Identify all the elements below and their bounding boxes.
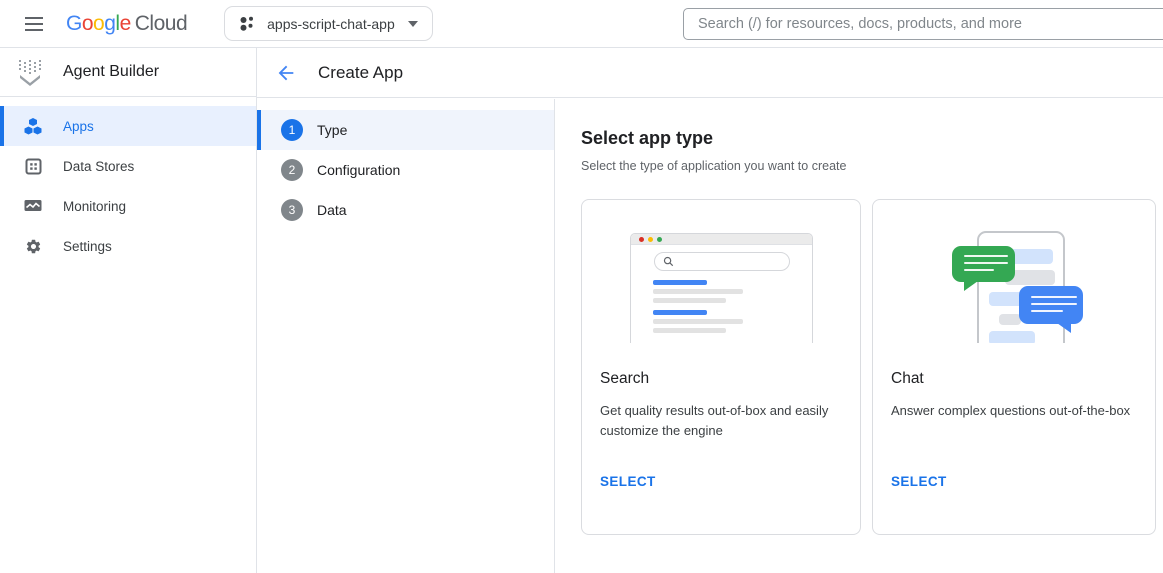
sidebar-item-settings[interactable]: Settings xyxy=(0,226,256,266)
product-title: Agent Builder xyxy=(63,63,159,81)
blue-chat-bubble xyxy=(1019,286,1083,324)
step-label: Data xyxy=(317,202,347,218)
active-indicator-bar xyxy=(0,186,4,226)
active-indicator-bar xyxy=(0,146,4,186)
step-number-badge: 1 xyxy=(281,119,303,141)
step-label: Configuration xyxy=(317,162,400,178)
sidebar-item-label: Monitoring xyxy=(63,199,126,214)
sidebar-header: Agent Builder xyxy=(0,48,256,97)
active-indicator-bar xyxy=(257,110,261,150)
card-chat-app[interactable]: Chat Answer complex questions out-of-the… xyxy=(872,199,1156,535)
search-pill-graphic xyxy=(654,252,790,271)
project-selector[interactable]: apps-script-chat-app xyxy=(224,6,433,41)
project-switcher-dots-icon xyxy=(239,15,256,32)
top-app-bar: GoogleCloud apps-script-chat-app xyxy=(0,0,1163,48)
traffic-dot-yellow xyxy=(648,237,653,242)
search-illustration xyxy=(582,200,860,343)
active-indicator-bar xyxy=(0,106,4,146)
card-search-app[interactable]: Search Get quality results out-of-box an… xyxy=(581,199,861,535)
card-title: Search xyxy=(600,370,842,388)
step-number-badge: 3 xyxy=(281,199,303,221)
step-type[interactable]: 1 Type xyxy=(257,110,554,150)
create-app-stepper: 1 Type 2 Configuration 3 Data xyxy=(257,99,555,573)
logo-letter: e xyxy=(120,12,131,35)
mini-browser-graphic xyxy=(630,233,813,343)
sidebar: Agent Builder Apps xyxy=(0,48,257,573)
logo-letter: G xyxy=(66,12,82,35)
search-result-graphic xyxy=(653,280,812,303)
active-indicator-bar xyxy=(0,226,4,266)
section-subheading: Select the type of application you want … xyxy=(581,159,1163,173)
logo-letter: o xyxy=(93,12,104,35)
chevron-down-icon xyxy=(408,21,418,27)
app-type-cards: Search Get quality results out-of-box an… xyxy=(581,199,1163,535)
logo-letter: g xyxy=(104,12,115,35)
logo-cloud-text: Cloud xyxy=(135,12,187,35)
sidebar-item-label: Data Stores xyxy=(63,159,134,174)
arrow-back-icon[interactable] xyxy=(274,61,298,85)
sidebar-item-data-stores[interactable]: Data Stores xyxy=(0,146,256,186)
section-heading: Select app type xyxy=(581,128,1163,149)
search-input[interactable] xyxy=(683,8,1163,40)
agent-builder-console: GoogleCloud apps-script-chat-app xyxy=(0,0,1163,573)
sidebar-item-monitoring[interactable]: Monitoring xyxy=(0,186,256,226)
step-data[interactable]: 3 Data xyxy=(257,190,554,230)
chat-illustration xyxy=(873,200,1155,343)
step-number-badge: 2 xyxy=(281,159,303,181)
green-chat-bubble xyxy=(952,246,1015,282)
gear-icon xyxy=(24,237,42,255)
traffic-dot-green xyxy=(657,237,662,242)
sidebar-item-label: Settings xyxy=(63,239,112,254)
hamburger-menu-icon[interactable] xyxy=(22,12,46,36)
sidebar-item-label: Apps xyxy=(63,119,94,134)
cubes-icon xyxy=(24,117,42,135)
page-title: Create App xyxy=(318,63,403,83)
logo-letter: o xyxy=(82,12,93,35)
agent-builder-funnel-icon xyxy=(13,55,47,89)
grid-box-icon xyxy=(24,157,42,175)
chart-line-icon xyxy=(24,197,42,215)
project-name: apps-script-chat-app xyxy=(267,16,395,32)
google-cloud-logo: GoogleCloud xyxy=(66,12,187,36)
card-description: Answer complex questions out-of-the-box xyxy=(891,401,1135,421)
card-title: Chat xyxy=(891,370,1137,388)
traffic-dot-red xyxy=(639,237,644,242)
search-result-graphic xyxy=(653,310,812,333)
select-search-button[interactable]: SELECT xyxy=(600,474,656,489)
active-indicator-bar xyxy=(257,190,261,230)
create-app-header: Create App xyxy=(257,48,1163,98)
magnifier-icon xyxy=(663,256,674,267)
main-content: Select app type Select the type of appli… xyxy=(556,99,1163,573)
sidebar-item-apps[interactable]: Apps xyxy=(0,106,256,146)
card-description: Get quality results out-of-box and easil… xyxy=(600,401,840,441)
step-configuration[interactable]: 2 Configuration xyxy=(257,150,554,190)
active-indicator-bar xyxy=(257,150,261,190)
sidebar-nav: Apps Data Stores xyxy=(0,97,256,266)
step-label: Type xyxy=(317,122,347,138)
select-chat-button[interactable]: SELECT xyxy=(891,474,947,489)
browser-topbar xyxy=(631,234,812,245)
